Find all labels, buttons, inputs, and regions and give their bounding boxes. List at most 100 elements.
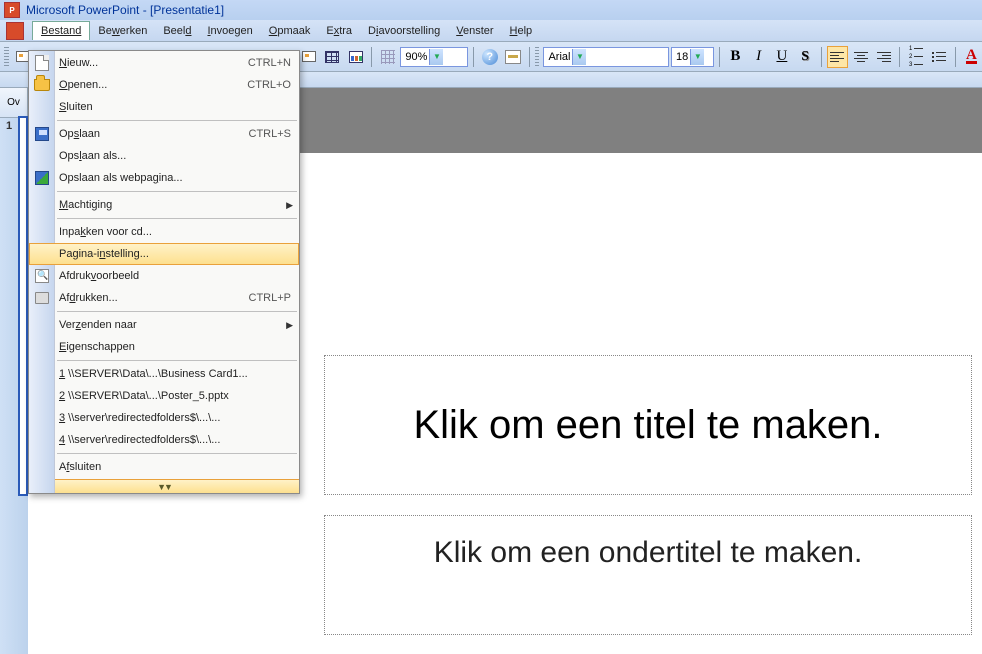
zoom-combo[interactable]: 90%▼ [400, 47, 468, 67]
menu-item-label: Openen... [59, 79, 247, 91]
text-shadow-button[interactable]: S [795, 46, 816, 68]
menu-item-verzenden-naar[interactable]: Verzenden naar▶ [29, 314, 299, 336]
slide-thumbnail[interactable] [18, 116, 28, 496]
menu-item-label: Machtiging [59, 199, 291, 211]
align-right-button[interactable] [873, 46, 894, 68]
font-size-value: 18 [676, 51, 688, 63]
menu-item-label: Afsluiten [59, 461, 291, 473]
menu-extra[interactable]: Extra [318, 22, 360, 40]
app-icon: P [4, 2, 20, 18]
insert-table-icon[interactable] [322, 46, 343, 68]
menu-help[interactable]: Help [502, 22, 541, 40]
separator [473, 47, 474, 67]
menu-diavoorstelling[interactable]: Diavoorstelling [360, 22, 448, 40]
chevron-down-icon[interactable]: ▼ [429, 49, 443, 65]
menu-item-shortcut: CTRL+S [249, 128, 292, 140]
menu-item-label: Afdrukvoorbeeld [59, 270, 291, 282]
color-scheme-icon[interactable] [502, 46, 523, 68]
menu-opmaak[interactable]: Opmaak [261, 22, 319, 40]
slide-title-text: Klik om een titel te maken. [413, 403, 882, 448]
submenu-arrow-icon: ▶ [286, 200, 293, 211]
menu-item-4-server-redirectedfolders[interactable]: 4 \\server\redirectedfolders$\...\... [29, 429, 299, 451]
menu-item-afdrukken[interactable]: Afdrukken...CTRL+P [29, 287, 299, 309]
separator [955, 47, 956, 67]
expand-menu-button[interactable]: ▼▼ [29, 479, 299, 493]
menu-item-shortcut: CTRL+N [248, 57, 291, 69]
file-menu-dropdown: Nieuw...CTRL+NOpenen...CTRL+OSluitenOpsl… [28, 50, 300, 494]
zoom-value: 90% [405, 51, 427, 63]
font-combo[interactable]: Arial▼ [543, 47, 669, 67]
chevron-down-icon: ▼▼ [157, 482, 171, 492]
window-title: Microsoft PowerPoint - [Presentatie1] [26, 3, 224, 17]
insert-chart-icon[interactable] [345, 46, 366, 68]
slide-subtitle-text: Klik om een ondertitel te maken. [434, 536, 863, 570]
outline-tab-label: Ov [7, 97, 20, 108]
menu-item-label: Eigenschappen [59, 341, 291, 353]
saveweb-icon [33, 169, 51, 187]
menu-item-2-server-data-poster-5-pptx[interactable]: 2 \\SERVER\Data\...\Poster_5.pptx [29, 385, 299, 407]
menu-separator [57, 218, 297, 219]
numbered-list-button[interactable]: 123 [905, 46, 926, 68]
align-left-button[interactable] [827, 46, 848, 68]
font-color-button[interactable]: A [961, 46, 982, 68]
menu-item-eigenschappen[interactable]: Eigenschappen [29, 336, 299, 358]
menu-item-machtiging[interactable]: Machtiging▶ [29, 194, 299, 216]
separator [899, 47, 900, 67]
menu-item-afdrukvoorbeeld[interactable]: Afdrukvoorbeeld [29, 265, 299, 287]
menu-item-label: Opslaan als... [59, 150, 291, 162]
underline-button[interactable]: U [771, 46, 792, 68]
menu-item-opslaan-als[interactable]: Opslaan als... [29, 145, 299, 167]
menu-item-openen[interactable]: Openen...CTRL+O [29, 74, 299, 96]
menu-item-shortcut: CTRL+P [249, 292, 292, 304]
slide-subtitle-placeholder[interactable]: Klik om een ondertitel te maken. [324, 515, 972, 635]
menu-item-label: Afdrukken... [59, 292, 249, 304]
menu-item-opslaan-als-webpagina[interactable]: Opslaan als webpagina... [29, 167, 299, 189]
menu-separator [57, 360, 297, 361]
menu-item-label: Opslaan [59, 128, 249, 140]
menu-item-sluiten[interactable]: Sluiten [29, 96, 299, 118]
menu-item-inpakken-voor-cd[interactable]: Inpakken voor cd... [29, 221, 299, 243]
separator [371, 47, 372, 67]
menu-item-label: 2 \\SERVER\Data\...\Poster_5.pptx [59, 390, 291, 402]
help-icon[interactable]: ? [479, 46, 500, 68]
separator [719, 47, 720, 67]
bullet-list-button[interactable] [929, 46, 950, 68]
italic-button[interactable]: I [748, 46, 769, 68]
presentation-icon[interactable] [6, 22, 24, 40]
print-icon [33, 289, 51, 307]
menu-separator [57, 191, 297, 192]
toolbar-grip[interactable] [4, 47, 9, 67]
separator [529, 47, 530, 67]
menu-item-opslaan[interactable]: OpslaanCTRL+S [29, 123, 299, 145]
chevron-down-icon[interactable]: ▼ [572, 49, 586, 65]
menu-beeld[interactable]: Beeld [155, 22, 199, 40]
chevron-down-icon[interactable]: ▼ [690, 49, 704, 65]
menu-venster[interactable]: Venster [448, 22, 501, 40]
new-slide-button[interactable] [298, 46, 319, 68]
menu-item-label: Nieuw... [59, 57, 248, 69]
toolbar-grip[interactable] [535, 47, 540, 67]
menu-item-pagina-instelling[interactable]: Pagina-instelling... [29, 243, 299, 265]
menu-invoegen[interactable]: Invoegen [199, 22, 260, 40]
slide-title-placeholder[interactable]: Klik om een titel te maken. [324, 355, 972, 495]
menu-item-1-server-data-business-card1[interactable]: 1 \\SERVER\Data\...\Business Card1... [29, 363, 299, 385]
submenu-arrow-icon: ▶ [286, 320, 293, 331]
font-value: Arial [548, 51, 570, 63]
bold-button[interactable]: B [725, 46, 746, 68]
slide-number: 1 [6, 120, 12, 132]
save-icon [33, 125, 51, 143]
title-bar: P Microsoft PowerPoint - [Presentatie1] [0, 0, 982, 20]
menu-item-label: 1 \\SERVER\Data\...\Business Card1... [59, 368, 291, 380]
separator [821, 47, 822, 67]
menu-bestand[interactable]: Bestand [32, 21, 90, 40]
align-center-button[interactable] [850, 46, 871, 68]
outline-tab[interactable]: Ov [0, 88, 28, 118]
menu-item-3-server-redirectedfolders[interactable]: 3 \\server\redirectedfolders$\...\... [29, 407, 299, 429]
menu-item-afsluiten[interactable]: Afsluiten [29, 456, 299, 478]
font-size-combo[interactable]: 18▼ [671, 47, 714, 67]
menu-bewerken[interactable]: Bewerken [90, 22, 155, 40]
preview-icon [33, 267, 51, 285]
show-grid-icon[interactable] [377, 46, 398, 68]
menu-item-label: Pagina-instelling... [59, 248, 290, 260]
menu-item-nieuw[interactable]: Nieuw...CTRL+N [29, 52, 299, 74]
